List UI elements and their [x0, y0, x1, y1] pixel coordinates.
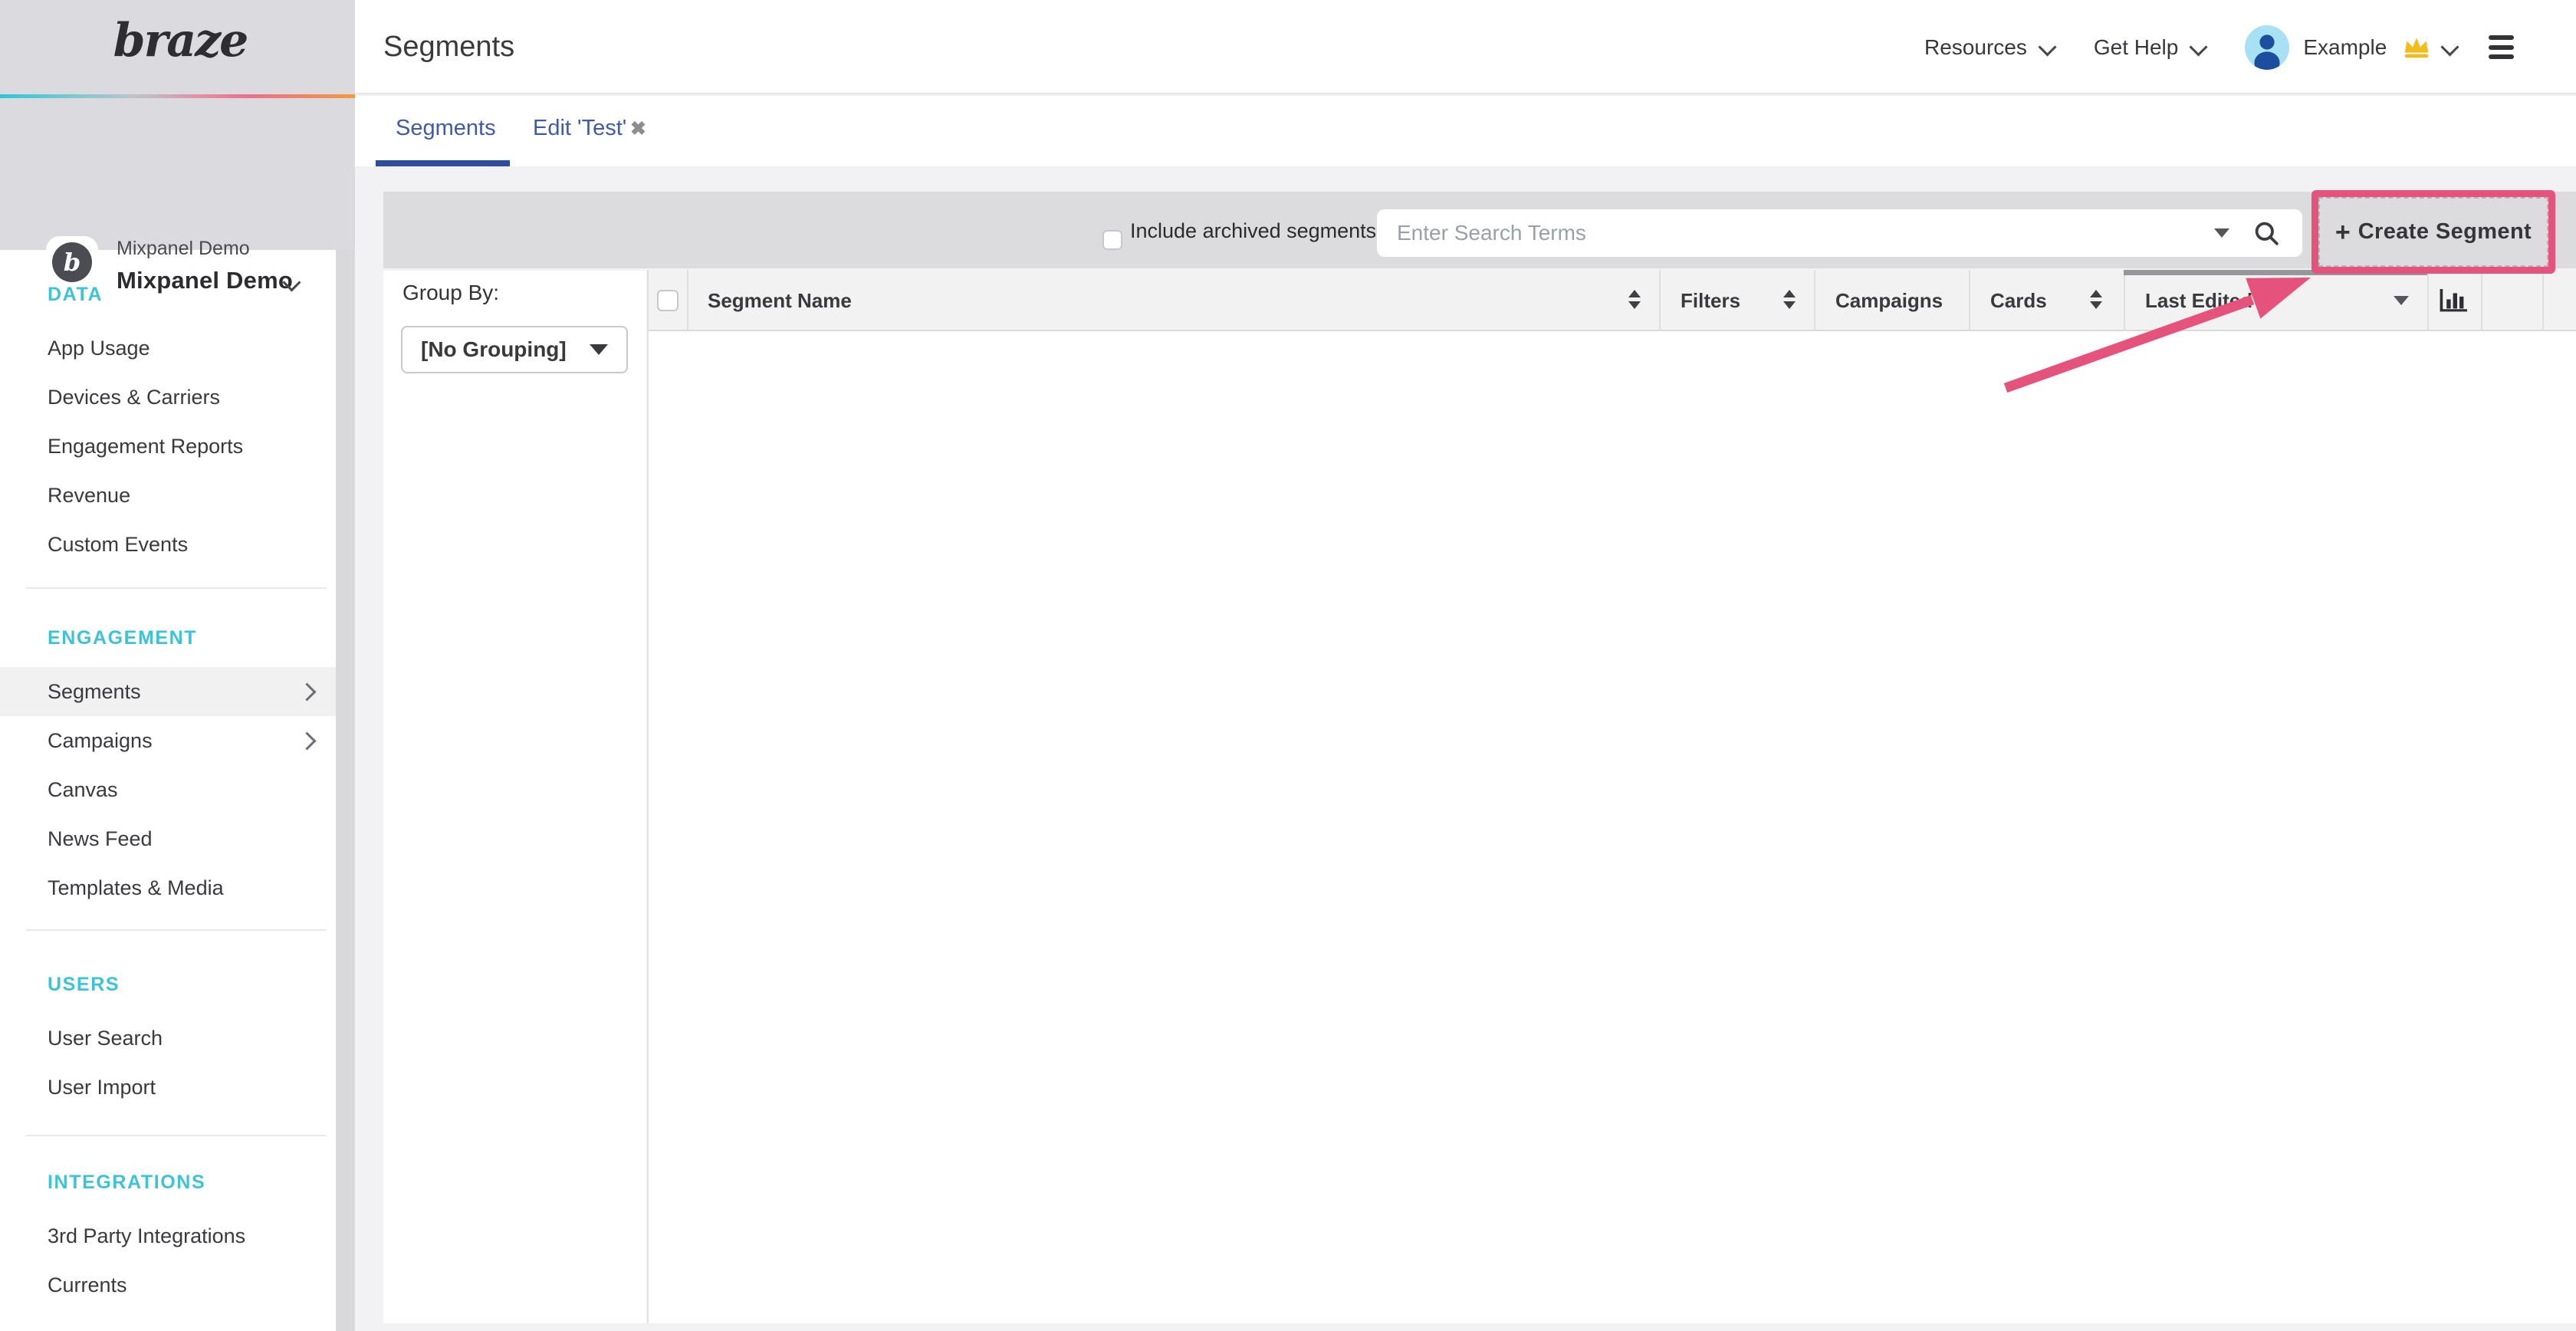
section-title-integrations: INTEGRATIONS — [48, 1165, 336, 1199]
chevron-right-icon — [297, 731, 316, 750]
page-title: Segments — [383, 0, 514, 94]
sidebar-scrollbar-track[interactable] — [336, 250, 355, 1331]
sidebar-item-label: Segments — [48, 680, 141, 703]
segments-table-header — [647, 270, 2576, 331]
hamburger-menu-icon[interactable] — [2489, 35, 2514, 59]
sidebar-section-engagement: ENGAGEMENT Segments Campaigns Canvas New… — [0, 621, 336, 912]
braze-logo: braze — [61, 14, 299, 67]
sidebar-item-canvas[interactable]: Canvas — [0, 765, 336, 814]
sidebar-item-user-import[interactable]: User Import — [0, 1063, 336, 1112]
sidebar-item-revenue[interactable]: Revenue — [0, 471, 336, 520]
user-avatar[interactable] — [2245, 25, 2289, 70]
column-divider — [1659, 270, 1661, 331]
sidebar-item-app-usage[interactable]: App Usage — [0, 324, 336, 373]
sidebar-item-label: Campaigns — [48, 729, 153, 752]
include-archived-checkbox[interactable] — [1102, 230, 1122, 250]
segments-table-body — [647, 331, 2576, 1323]
sidebar-item-custom-events[interactable]: Custom Events — [0, 520, 336, 569]
sidebar-divider — [26, 929, 327, 931]
sort-icon[interactable] — [1628, 290, 1641, 309]
sidebar-section-users: USERS User Search User Import — [0, 968, 336, 1112]
column-divider — [1814, 270, 1815, 331]
sidebar-logo-header: braze — [0, 0, 355, 94]
user-name[interactable]: Example — [2303, 35, 2387, 60]
column-divider — [687, 270, 688, 331]
create-segment-label: Create Segment — [2358, 219, 2532, 245]
column-divider — [2481, 270, 2482, 331]
sidebar-item-3rd-party-integrations[interactable]: 3rd Party Integrations — [0, 1211, 336, 1260]
sidebar-section-data: DATA App Usage Devices & Carriers Engage… — [0, 278, 336, 569]
section-title-engagement: ENGAGEMENT — [48, 621, 336, 655]
top-nav: Resources Get Help Example — [1924, 0, 2514, 94]
close-icon[interactable]: ✖ — [630, 96, 646, 160]
bar-chart-icon[interactable] — [2440, 287, 2469, 319]
braze-b-mark-icon: b — [52, 242, 92, 282]
search-input[interactable] — [1377, 209, 2302, 257]
sidebar-item-currents[interactable]: Currents — [0, 1260, 336, 1310]
tab-bar — [355, 96, 2576, 166]
column-header-campaigns[interactable]: Campaigns — [1835, 270, 1943, 331]
workspace-company-label: Mixpanel Demo — [117, 238, 250, 260]
group-by-panel — [383, 271, 646, 1323]
sidebar-item-news-feed[interactable]: News Feed — [0, 814, 336, 863]
sidebar-section-integrations: INTEGRATIONS 3rd Party Integrations Curr… — [0, 1165, 336, 1310]
sidebar-item-campaigns[interactable]: Campaigns — [0, 716, 336, 765]
create-segment-button[interactable]: + Create Segment — [2318, 197, 2548, 267]
column-header-cards[interactable]: Cards — [1990, 270, 2047, 331]
sidebar-divider — [26, 587, 327, 589]
group-by-value: [No Grouping] — [402, 337, 590, 362]
workspace-switcher[interactable]: b Mixpanel Demo Mixpanel Demo — [0, 98, 355, 250]
select-all-checkbox[interactable] — [657, 290, 678, 311]
sidebar-item-devices-carriers[interactable]: Devices & Carriers — [0, 373, 336, 422]
include-archived-label: Include archived segments — [1130, 192, 1376, 268]
group-by-select[interactable]: [No Grouping] — [401, 326, 628, 373]
sidebar-item-templates-media[interactable]: Templates & Media — [0, 863, 336, 912]
table-border — [647, 270, 649, 331]
active-tab-underline — [376, 160, 510, 166]
search-dropdown-caret-icon[interactable] — [2214, 228, 2229, 238]
braze-dashboard: braze b Mixpanel Demo Mixpanel Demo DATA… — [0, 0, 2576, 1331]
get-help-menu[interactable]: Get Help — [2094, 35, 2179, 60]
sidebar-item-user-search[interactable]: User Search — [0, 1014, 336, 1063]
sidebar-item-engagement-reports[interactable]: Engagement Reports — [0, 422, 336, 471]
chevron-down-icon — [2441, 38, 2459, 56]
column-header-last-edited[interactable]: Last Edited — [2145, 270, 2252, 331]
tab-edit-test[interactable]: Edit 'Test' — [533, 96, 626, 160]
chevron-down-icon — [2038, 38, 2056, 56]
sort-icon[interactable] — [2090, 290, 2102, 309]
sort-icon[interactable] — [1783, 290, 1796, 309]
chevron-down-icon — [590, 344, 608, 355]
column-header-segment-name[interactable]: Segment Name — [708, 270, 852, 331]
last-edited-dropdown-caret-icon[interactable] — [2394, 296, 2409, 305]
section-title-data: DATA — [48, 278, 336, 311]
plus-icon: + — [2335, 219, 2351, 245]
column-divider — [2427, 270, 2429, 331]
column-divider — [2542, 270, 2544, 331]
resources-menu[interactable]: Resources — [1924, 35, 2027, 60]
sidebar-item-segments[interactable]: Segments — [0, 667, 336, 716]
search-icon[interactable] — [2254, 221, 2280, 253]
column-divider — [2124, 270, 2125, 331]
chevron-right-icon — [297, 682, 316, 701]
section-title-users: USERS — [48, 968, 336, 1001]
column-divider — [1969, 270, 1970, 331]
chevron-down-icon — [2190, 38, 2208, 56]
tab-segments[interactable]: Segments — [396, 96, 496, 160]
crown-icon — [2402, 35, 2431, 60]
group-by-label: Group By: — [402, 281, 499, 305]
sidebar-divider — [26, 1135, 327, 1136]
column-header-filters[interactable]: Filters — [1681, 270, 1740, 331]
